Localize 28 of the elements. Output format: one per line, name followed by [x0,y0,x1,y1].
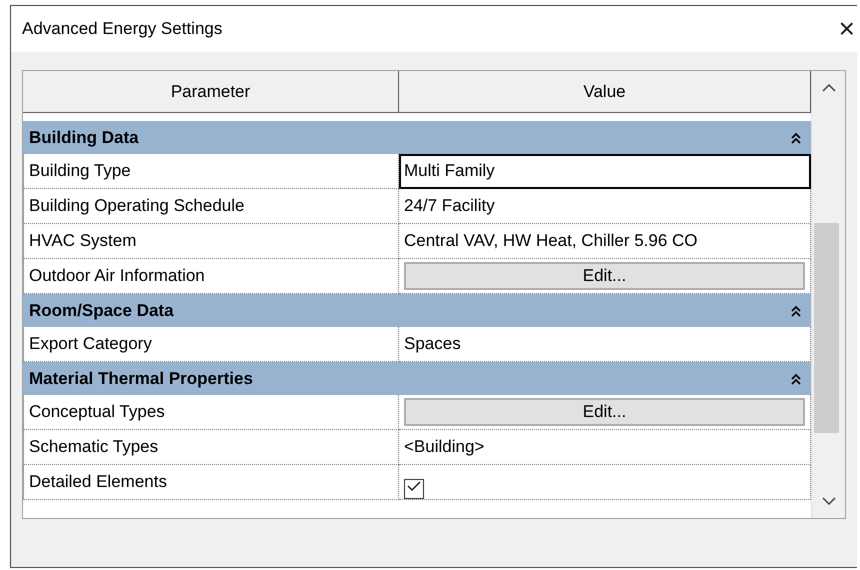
scroll-thumb[interactable] [814,223,839,433]
section-title: Building Data [29,128,139,148]
scroll-up-icon[interactable] [822,83,836,93]
column-header[interactable]: Parameter [23,71,399,113]
checkbox[interactable] [404,479,424,499]
parameter-cell: Building Type [23,154,399,189]
edit-button[interactable]: Edit... [404,398,805,426]
parameter-cell: Building Operating Schedule [23,189,399,224]
edit-button[interactable]: Edit... [404,262,805,290]
parameter-cell: Detailed Elements [23,465,399,500]
column-header[interactable]: Value [399,71,811,113]
parameter-cell: HVAC System [23,224,399,259]
parameter-cell: Schematic Types [23,430,399,465]
section-header[interactable]: Material Thermal Properties [23,362,811,395]
parameter-cell: Conceptual Types [23,395,399,430]
section-header[interactable]: Room/Space Data [23,294,811,327]
collapse-icon[interactable] [791,304,801,316]
collapse-icon[interactable] [791,132,801,144]
check-icon [407,480,421,492]
section-title: Room/Space Data [29,300,174,320]
scroll-down-icon[interactable] [822,496,836,506]
scrollbar[interactable] [811,71,845,518]
collapse-icon[interactable] [791,372,801,384]
section-header[interactable]: Building Data [23,121,811,154]
value-cell[interactable]: Multi Family [399,154,811,189]
window-title: Advanced Energy Settings [22,19,222,39]
close-button[interactable]: × [836,15,857,43]
section-title: Material Thermal Properties [29,368,253,388]
